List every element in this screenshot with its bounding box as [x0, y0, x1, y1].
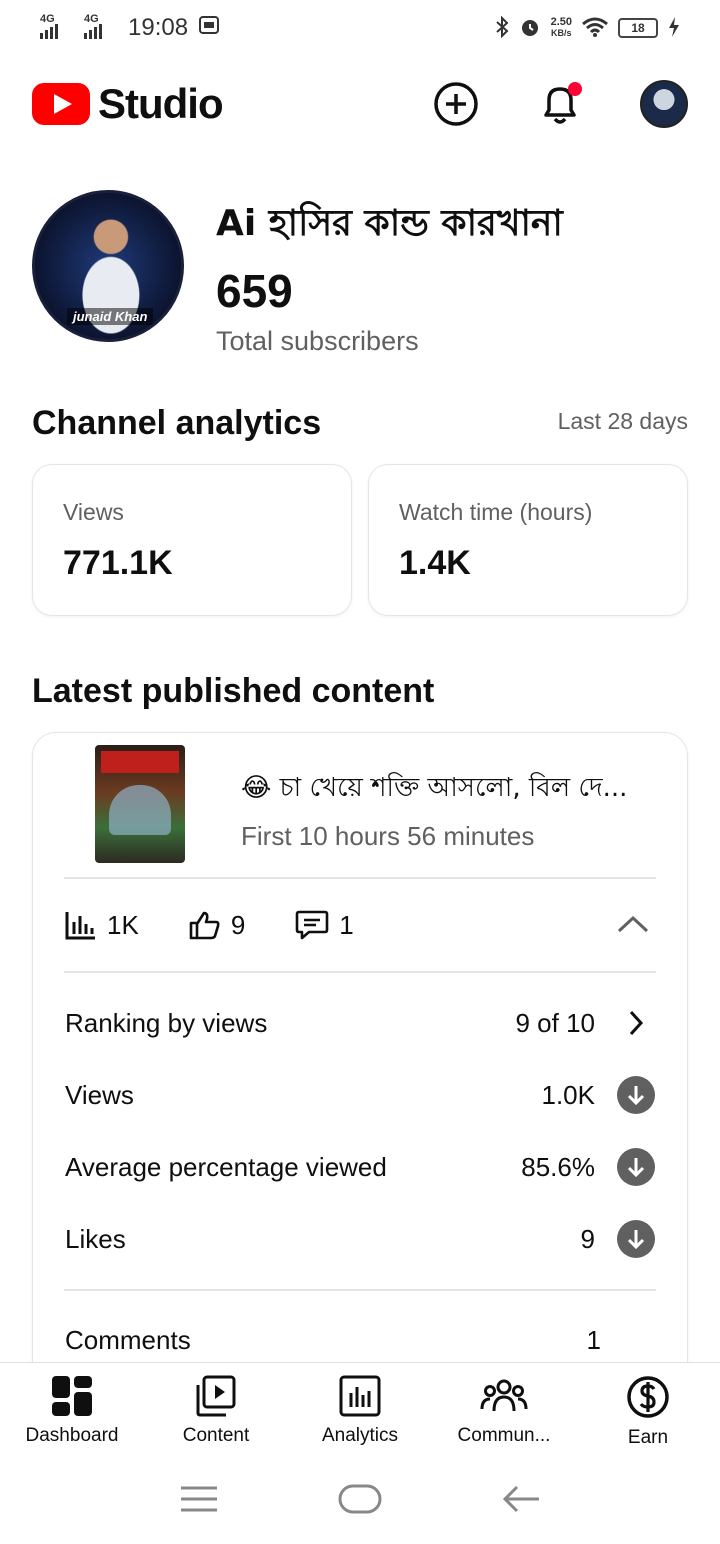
arrow-down-circle-icon: [617, 1076, 655, 1114]
comments-metric: 1: [295, 909, 354, 941]
dashboard-icon: [52, 1376, 92, 1416]
add-circle-icon: [434, 82, 478, 126]
detail-list: Ranking by views 9 of 10 Views 1.0K Aver…: [33, 973, 687, 1275]
status-time: 19:08: [128, 14, 189, 41]
arrow-down-circle-icon: [617, 1220, 655, 1258]
row-label: Comments: [65, 1325, 191, 1355]
nav-label: Content: [182, 1425, 250, 1446]
channel-name: Ai হাসির কান্ড কারখানা: [216, 203, 563, 244]
message-icon: [198, 14, 220, 43]
row-label: Views: [65, 1079, 134, 1110]
row-value: 85.6%: [521, 1151, 595, 1182]
stat-value: 1.4K: [399, 544, 471, 582]
row-label: Likes: [65, 1223, 126, 1254]
analytics-icon: [339, 1375, 381, 1417]
nav-analytics[interactable]: Analytics: [288, 1363, 432, 1458]
content-icon: [196, 1375, 236, 1417]
thumb-up-icon: [189, 911, 220, 940]
wifi-icon: [582, 17, 608, 40]
row-value: 9 of 10: [515, 1007, 595, 1038]
logo-text: Studio: [98, 80, 224, 127]
nav-label: Commun...: [457, 1425, 551, 1446]
collapse-button[interactable]: [617, 910, 649, 941]
video-thumbnail: [95, 745, 185, 863]
avg-percentage-row: Average percentage viewed 85.6%: [65, 1131, 655, 1203]
ranking-row[interactable]: Ranking by views 9 of 10: [65, 987, 655, 1059]
signal-icon: 4G: [40, 13, 74, 39]
app-bar: Studio: [0, 62, 720, 146]
channel-header: junaid Khan Ai হাসির কান্ড কারখানা 659 T…: [32, 190, 688, 356]
watch-time-card[interactable]: Watch time (hours) 1.4K: [368, 464, 688, 616]
stat-label: Views: [63, 499, 124, 525]
analytics-title: Channel analytics: [32, 404, 322, 442]
nav-dashboard[interactable]: Dashboard: [0, 1363, 144, 1458]
avatar-caption: junaid Khan: [67, 308, 154, 325]
status-bar: 4G 4G 19:08 2.50 KB/s 18: [0, 0, 720, 56]
views-count: 1K: [107, 909, 139, 940]
bottom-navigation: Dashboard Content Analytics Commun... Ea…: [0, 1362, 720, 1458]
bar-chart-icon: [65, 912, 95, 940]
earn-icon: [627, 1376, 669, 1418]
stat-value: 771.1K: [63, 544, 173, 582]
menu-icon[interactable]: [179, 1485, 219, 1518]
comment-icon: [295, 910, 329, 940]
nav-earn[interactable]: Earn: [576, 1363, 720, 1458]
row-label: Ranking by views: [65, 1007, 268, 1038]
video-title: 😂 চা খেয়ে শক্তি আসলো, বিল দে...: [241, 773, 628, 803]
youtube-logo-icon: [32, 83, 90, 125]
nav-label: Earn: [627, 1427, 669, 1448]
notifications-button[interactable]: [536, 80, 584, 128]
subscriber-label: Total subscribers: [216, 326, 419, 356]
views-row: Views 1.0K: [65, 1059, 655, 1131]
video-subtitle: First 10 hours 56 minutes: [241, 821, 535, 851]
latest-content-title: Latest published content: [32, 672, 435, 710]
notification-badge: [568, 82, 582, 96]
bluetooth-icon: [495, 15, 509, 41]
studio-logo[interactable]: Studio: [32, 80, 224, 128]
likes-row: Likes 9: [65, 1203, 655, 1275]
arrow-down-circle-icon: [617, 1148, 655, 1186]
create-button[interactable]: [432, 80, 480, 128]
row-label: Average percentage viewed: [65, 1151, 387, 1182]
views-metric: 1K: [65, 910, 139, 941]
analytics-range: Last 28 days: [557, 408, 688, 434]
back-icon[interactable]: [501, 1484, 541, 1519]
home-icon[interactable]: [338, 1484, 382, 1519]
charging-icon: [668, 16, 680, 40]
video-row[interactable]: 😂 চা খেয়ে শক্তি আসলো, বিল দে... First 1…: [33, 733, 687, 877]
nav-content[interactable]: Content: [144, 1363, 288, 1458]
likes-metric: 9: [189, 910, 245, 941]
nav-community[interactable]: Commun...: [432, 1363, 576, 1458]
alarm-icon: [519, 16, 541, 41]
channel-avatar: junaid Khan: [32, 190, 184, 342]
stat-label: Watch time (hours): [399, 499, 593, 525]
account-avatar[interactable]: [640, 80, 688, 128]
network-speed: 2.50 KB/s: [550, 16, 572, 39]
latest-content-card: 😂 চা খেয়ে শক্তি আসলো, বিল দে... First 1…: [32, 732, 688, 1412]
metrics-row: 1K 9 1: [33, 879, 687, 971]
row-value: 1.0K: [541, 1079, 596, 1110]
row-value: 9: [580, 1223, 595, 1254]
views-card[interactable]: Views 771.1K: [32, 464, 352, 616]
likes-count: 9: [230, 909, 246, 940]
comments-count: 1: [339, 909, 354, 940]
nav-label: Analytics: [321, 1425, 399, 1446]
row-value: 1: [586, 1325, 601, 1355]
system-navigation: [0, 1458, 720, 1544]
subscriber-count: 659: [216, 265, 293, 317]
chevron-right-icon: [617, 1009, 655, 1037]
community-icon: [480, 1379, 528, 1412]
battery-icon: 18: [618, 18, 658, 38]
chevron-up-icon: [617, 915, 649, 932]
nav-label: Dashboard: [25, 1425, 119, 1446]
signal-icon-2: 4G: [84, 13, 118, 39]
comments-row: Comments 1: [33, 1291, 687, 1356]
